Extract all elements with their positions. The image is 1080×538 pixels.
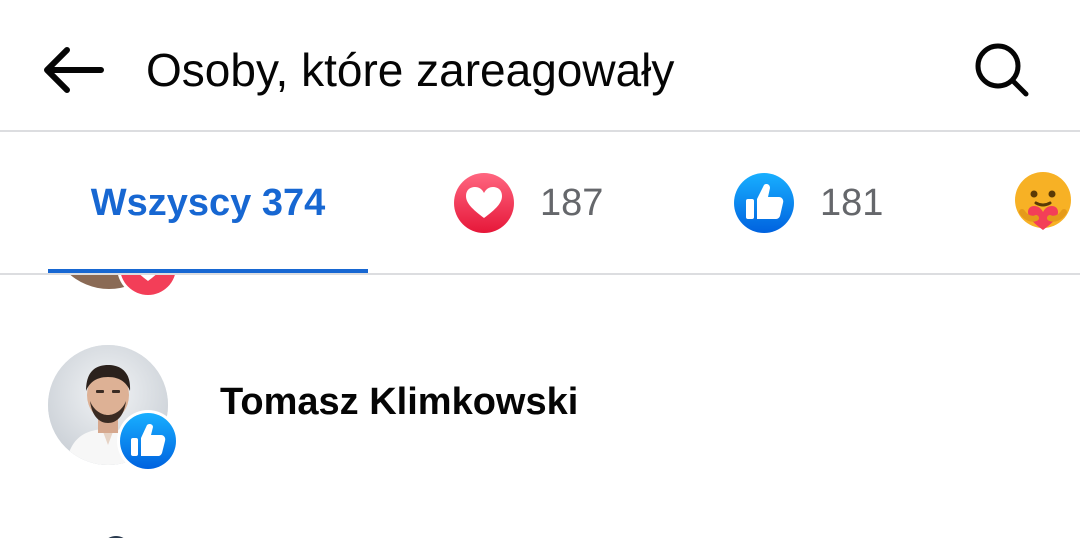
tab-all-label: Wszyscy 374: [90, 181, 326, 224]
tab-love-count: 187: [540, 181, 604, 224]
page-title: Osoby, które zareagowały: [146, 44, 675, 96]
like-reaction-icon: [734, 173, 794, 233]
avatar: [96, 525, 136, 538]
care-reaction-icon: [1015, 172, 1071, 230]
tab-all[interactable]: Wszyscy 374: [48, 132, 368, 274]
search-icon: [975, 43, 1029, 97]
people-list: Tomasz Klimkowski: [0, 275, 1080, 538]
heart-reaction-icon: [116, 275, 180, 304]
tab-care[interactable]: [1010, 132, 1076, 274]
tab-like[interactable]: 181: [732, 132, 883, 274]
header: Osoby, które zareagowały: [0, 0, 1080, 130]
heart-reaction-icon: [454, 173, 514, 233]
arrow-left-icon: [44, 47, 104, 93]
reaction-tabs: Wszyscy 374 187 181: [0, 132, 1080, 274]
list-item[interactable]: Tomasz Klimkowski: [0, 321, 1080, 481]
tab-like-count: 181: [820, 181, 884, 224]
search-button[interactable]: [960, 32, 1044, 108]
like-reaction-icon: [116, 409, 180, 473]
reactions-screen: Osoby, które zareagowały Wszyscy 374 187…: [0, 0, 1080, 538]
back-button[interactable]: [30, 32, 114, 108]
tab-love[interactable]: 187: [452, 132, 603, 274]
person-name[interactable]: Tomasz Klimkowski: [220, 381, 578, 424]
